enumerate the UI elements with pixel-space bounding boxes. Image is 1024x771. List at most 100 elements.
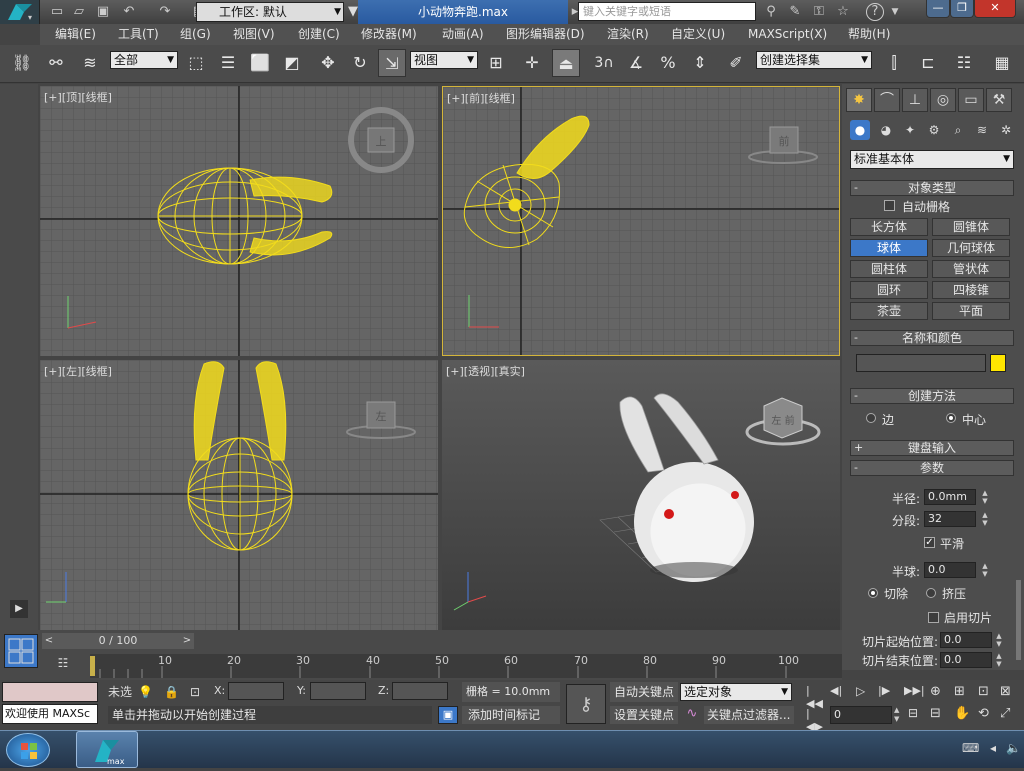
viewport-front[interactable]: 前 [+][前][线框] xyxy=(442,86,840,356)
hierarchy-tab-icon[interactable]: ⊥ xyxy=(902,88,928,112)
chop-radio[interactable] xyxy=(868,588,878,598)
object-name-input[interactable] xyxy=(856,354,986,372)
menu-maxscript[interactable]: MAXScript(X) xyxy=(748,24,827,45)
rollout-name-color[interactable]: - 名称和颜色 xyxy=(850,330,1014,346)
minimize-button[interactable]: — xyxy=(926,0,950,18)
menu-group[interactable]: 组(G) xyxy=(180,24,211,45)
slice-from-input[interactable]: 0.0 xyxy=(940,632,992,648)
spacewarps-icon[interactable]: ≋ xyxy=(972,120,992,140)
menu-graph-editors[interactable]: 图形编辑器(D) xyxy=(506,24,585,45)
previous-frame-icon[interactable]: ◀| xyxy=(830,684,848,700)
menu-view[interactable]: 视图(V) xyxy=(233,24,275,45)
track-bar[interactable]: 10 20 30 40 50 60 70 80 90 100 xyxy=(90,654,842,678)
slice-from-spinner-icon[interactable]: ▲ ▼ xyxy=(994,632,1004,648)
time-configuration-icon[interactable]: ⊟ xyxy=(908,706,928,724)
menu-rendering[interactable]: 渲染(R) xyxy=(607,24,649,45)
save-file-icon[interactable]: ▣ xyxy=(94,3,112,21)
spinner-snap-icon[interactable]: ⇕ xyxy=(686,49,714,77)
viewport-top-label[interactable]: [+][顶][线框] xyxy=(44,89,112,105)
curve-editor-icon[interactable]: ☷ xyxy=(52,656,74,674)
key-icon[interactable]: ⚿ xyxy=(810,3,828,21)
edit-named-selection-icon[interactable]: ✐ xyxy=(722,49,750,77)
menu-tools[interactable]: 工具(T) xyxy=(118,24,159,45)
window-crossing-icon[interactable]: ◩ xyxy=(278,49,306,77)
zoom-icon[interactable]: ⊕ xyxy=(930,684,950,702)
star-icon[interactable]: ☆ xyxy=(834,3,852,21)
move-icon[interactable]: ✥ xyxy=(314,49,342,77)
viewport-left-label[interactable]: [+][左][线框] xyxy=(44,363,112,379)
keyboard-tray-icon[interactable]: ⌨ xyxy=(962,741,980,757)
zoom-extents-icon[interactable]: ⊡ xyxy=(978,684,998,702)
current-frame-input[interactable]: 0 xyxy=(830,706,892,724)
tray-expand-icon[interactable]: ◂ xyxy=(990,741,1002,757)
start-button[interactable] xyxy=(6,733,50,767)
key-selection-dropdown[interactable]: 选定对象 ▼ xyxy=(680,683,792,701)
new-file-icon[interactable]: ▭ xyxy=(48,3,66,21)
plane-button[interactable]: 平面 xyxy=(932,302,1010,320)
hemisphere-spinner-icon[interactable]: ▲ ▼ xyxy=(980,562,990,578)
zoom-all-icon[interactable]: ⊞ xyxy=(954,684,974,702)
select-by-name-icon[interactable]: ☰ xyxy=(214,49,242,77)
named-selection-dropdown[interactable]: 创建选择集 ▼ xyxy=(756,51,872,69)
tube-button[interactable]: 管状体 xyxy=(932,260,1010,278)
viewport-left[interactable]: 左 [+][左][线框] xyxy=(40,360,438,630)
command-panel-scrollbar[interactable] xyxy=(1016,580,1021,660)
menu-edit[interactable]: 编辑(E) xyxy=(55,24,96,45)
rectangular-selection-icon[interactable]: ⬜ xyxy=(246,49,274,77)
lock-icon[interactable]: 🔒 xyxy=(164,682,180,702)
center-radio[interactable] xyxy=(946,413,956,423)
isolate-icon[interactable]: 💡 xyxy=(138,682,154,702)
auto-key-button[interactable]: 自动关键点 xyxy=(610,682,678,702)
cylinder-button[interactable]: 圆柱体 xyxy=(850,260,928,278)
key-mode-curve-icon[interactable]: ∿ xyxy=(682,706,702,724)
object-color-swatch[interactable] xyxy=(990,354,1006,372)
reference-coordinate-dropdown[interactable]: 视图 ▼ xyxy=(410,51,478,69)
orbit-icon[interactable]: ⟲ xyxy=(978,706,998,724)
helpers-icon[interactable]: ⌕ xyxy=(948,120,968,140)
search-input[interactable]: 键入关键字或短语 xyxy=(578,2,756,21)
cone-button[interactable]: 圆锥体 xyxy=(932,218,1010,236)
y-coordinate-input[interactable] xyxy=(310,682,366,700)
field-of-view-icon[interactable]: ⊟ xyxy=(930,706,950,724)
menu-customize[interactable]: 自定义(U) xyxy=(671,24,725,45)
systems-icon[interactable]: ✲ xyxy=(996,120,1016,140)
help-icon[interactable]: ? xyxy=(866,3,884,21)
sphere-button[interactable]: 球体 xyxy=(850,239,928,257)
zoom-extents-all-icon[interactable]: ⊠ xyxy=(1000,684,1020,702)
primitive-category-dropdown[interactable]: 标准基本体 ▼ xyxy=(850,150,1014,169)
rotate-icon[interactable]: ↻ xyxy=(346,49,374,77)
radius-input[interactable]: 0.0mm xyxy=(924,489,976,505)
display-tab-icon[interactable]: ▭ xyxy=(958,88,984,112)
cameras-icon[interactable]: ⚙ xyxy=(924,120,944,140)
layer-manager-icon[interactable]: ☷ xyxy=(950,49,978,77)
maximize-viewport-icon[interactable]: ⤢ xyxy=(1000,706,1020,724)
volume-icon[interactable]: 🔈 xyxy=(1006,741,1021,757)
rollout-object-type[interactable]: - 对象类型 xyxy=(850,180,1014,196)
snap-toggle-icon[interactable]: 3∩ xyxy=(590,49,618,77)
radius-spinner-icon[interactable]: ▲ ▼ xyxy=(980,489,990,505)
viewport-perspective[interactable]: 左 前 [+][透视][真实] xyxy=(442,360,840,632)
redo-icon[interactable]: ↷ xyxy=(156,3,174,21)
hemisphere-input[interactable]: 0.0 xyxy=(924,562,976,578)
close-button[interactable]: ✕ xyxy=(974,0,1016,18)
slice-to-input[interactable]: 0.0 xyxy=(940,652,992,668)
absolute-mode-icon[interactable]: ⊡ xyxy=(190,682,208,702)
modify-tab-icon[interactable]: ⌒ xyxy=(874,88,900,112)
play-script-icon[interactable]: ▶ xyxy=(10,600,28,618)
geosphere-button[interactable]: 几何球体 xyxy=(932,239,1010,257)
maximize-button[interactable]: ❐ xyxy=(950,0,974,18)
current-frame-spinner-icon[interactable]: ▲ ▼ xyxy=(894,706,904,724)
utilities-tab-icon[interactable]: ⚒ xyxy=(986,88,1012,112)
menu-create[interactable]: 创建(C) xyxy=(298,24,340,45)
help-dropdown-icon[interactable]: ▼ xyxy=(886,3,904,21)
select-object-icon[interactable]: ⬚ xyxy=(182,49,210,77)
create-tab-icon[interactable]: ✸ xyxy=(846,88,872,112)
time-tag-icon[interactable]: ▣ xyxy=(438,706,458,724)
viewport-front-label[interactable]: [+][前][线框] xyxy=(447,90,515,106)
selection-filter-dropdown[interactable]: 全部 ▼ xyxy=(110,51,178,69)
box-button[interactable]: 长方体 xyxy=(850,218,928,236)
next-frame-icon[interactable]: |▶ xyxy=(878,684,896,700)
shapes-icon[interactable]: ◕ xyxy=(876,120,896,140)
app-logo-icon[interactable]: ▾ xyxy=(0,0,40,24)
pan-view-icon[interactable]: ✋ xyxy=(954,706,974,724)
